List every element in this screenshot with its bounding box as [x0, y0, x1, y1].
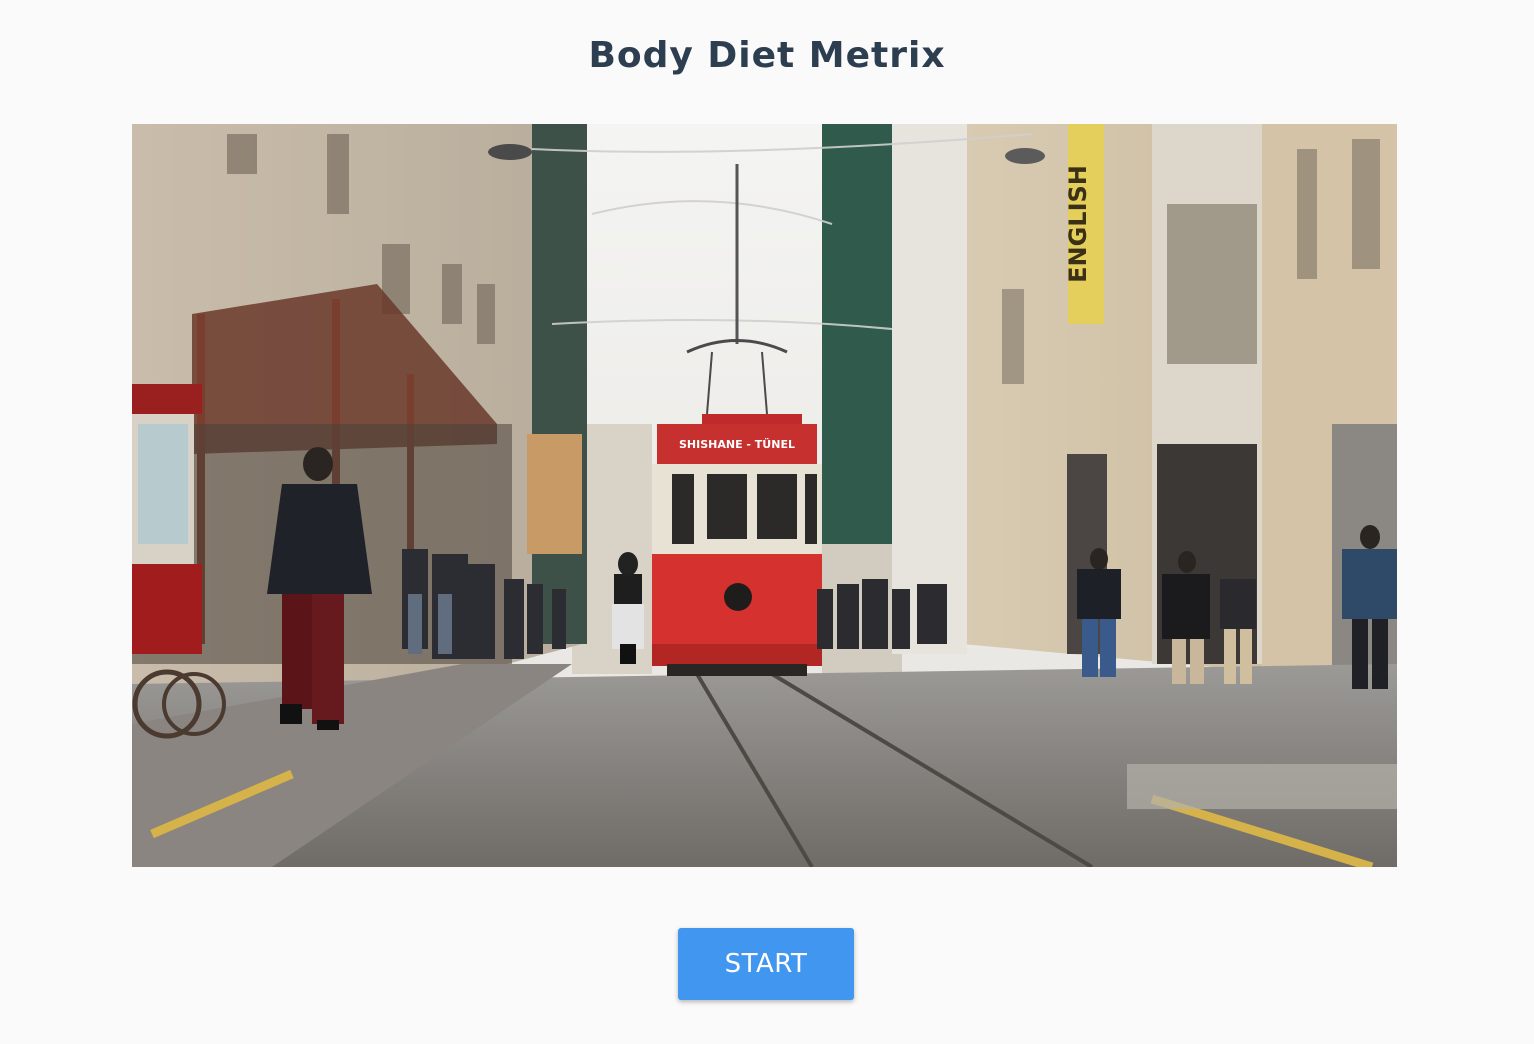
start-button[interactable]: START — [678, 928, 854, 1000]
page-title: Body Diet Metrix — [588, 35, 946, 76]
english-sign-text: ENGLISH — [1064, 165, 1092, 283]
hero-image: ENGLISH SHISHANE - TÜNEL — [132, 124, 1397, 867]
tram-destination-text: SHISHANE - TÜNEL — [679, 437, 795, 451]
landing-page: Body Diet Metrix ENGLISH SHISHANE - TÜNE… — [0, 0, 1534, 1044]
street-tram-photo: ENGLISH SHISHANE - TÜNEL — [132, 124, 1397, 867]
